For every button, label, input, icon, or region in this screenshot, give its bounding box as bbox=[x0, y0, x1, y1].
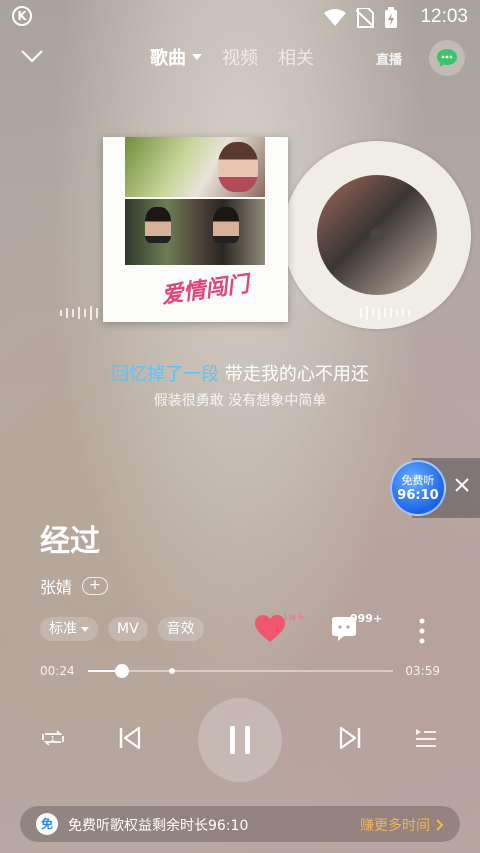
pause-button[interactable] bbox=[198, 698, 282, 782]
artist-name[interactable]: 张婧 bbox=[40, 574, 72, 598]
no-sim-icon bbox=[356, 8, 374, 28]
album-art-area[interactable]: 爱情闯门 bbox=[103, 137, 471, 329]
progress-knob[interactable] bbox=[114, 664, 129, 678]
song-title: 经过 bbox=[40, 524, 100, 559]
status-time: 12:03 bbox=[420, 6, 468, 27]
previous-button[interactable] bbox=[118, 726, 142, 754]
tab-songs[interactable]: 歌曲 bbox=[150, 44, 202, 70]
live-button[interactable]: 直播 bbox=[374, 50, 404, 72]
earn-more-label: 赚更多时间 bbox=[360, 818, 430, 834]
cover-figure bbox=[145, 207, 171, 243]
cover-face bbox=[218, 142, 258, 192]
sound-effect-button[interactable]: 音效 bbox=[157, 617, 204, 641]
total-time: 03:59 bbox=[405, 664, 440, 678]
progress-track[interactable] bbox=[88, 664, 393, 678]
audio-waveform bbox=[60, 306, 410, 320]
current-time: 00:24 bbox=[40, 664, 75, 678]
quality-label: 标准 bbox=[49, 621, 77, 637]
repeat-one-icon: 1 bbox=[42, 730, 64, 746]
progress-marker bbox=[168, 668, 175, 674]
playlist-button[interactable] bbox=[414, 726, 438, 754]
lyric-current-line[interactable]: 回忆掉了一段 带走我的心不用还 bbox=[0, 360, 480, 386]
more-button[interactable] bbox=[418, 618, 426, 648]
earn-more-time-link[interactable]: 赚更多时间 bbox=[360, 815, 444, 835]
status-bar: K 12:03 bbox=[0, 0, 480, 34]
free-listen-button[interactable]: 免费听 96:10 bbox=[390, 460, 446, 516]
progress-area: 00:24 03:59 bbox=[0, 662, 480, 682]
top-nav: 歌曲 视频 相关 直播 bbox=[0, 40, 480, 80]
next-button[interactable] bbox=[338, 726, 362, 754]
free-listen-badge: 免费听 96:10 bbox=[390, 458, 480, 518]
skip-previous-icon bbox=[119, 726, 141, 750]
lyric-rest: 带走我的心不用还 bbox=[219, 364, 369, 385]
tab-video[interactable]: 视频 bbox=[222, 44, 258, 70]
app-badge-icon: K bbox=[12, 6, 32, 26]
tab-label: 歌曲 bbox=[150, 48, 186, 69]
battery-icon bbox=[385, 7, 397, 28]
tab-bar: 歌曲 视频 相关 bbox=[150, 44, 314, 70]
follow-artist-button[interactable]: + bbox=[82, 577, 109, 595]
free-listen-text: 免费听歌权益剩余时长96:10 bbox=[68, 818, 249, 834]
playlist-icon bbox=[416, 729, 436, 747]
comment-count: 999+ bbox=[350, 612, 383, 625]
caret-down-icon bbox=[81, 626, 89, 632]
lyric-next-line[interactable]: 假装很勇敢 没有想象中简单 bbox=[0, 390, 480, 410]
collapse-button[interactable] bbox=[20, 48, 44, 68]
tab-related[interactable]: 相关 bbox=[278, 44, 314, 70]
chat-button[interactable] bbox=[429, 40, 465, 76]
chevron-down-icon bbox=[21, 50, 43, 63]
free-badge-timer: 96:10 bbox=[397, 488, 439, 503]
close-badge-button[interactable] bbox=[454, 474, 470, 499]
free-badge-label: 免费听 bbox=[401, 474, 435, 487]
skip-next-icon bbox=[339, 726, 361, 750]
free-icon: 免 bbox=[36, 813, 58, 835]
more-vertical-icon bbox=[419, 618, 425, 644]
playback-controls: 1 bbox=[0, 698, 480, 782]
artist-row: 张婧 + bbox=[40, 574, 109, 598]
free-listen-bar[interactable]: 免 免费听歌权益剩余时长96:10 赚更多时间 bbox=[20, 806, 460, 842]
chevron-right-icon bbox=[436, 819, 444, 831]
vinyl-hole bbox=[370, 228, 384, 242]
svg-text:1: 1 bbox=[51, 735, 55, 743]
close-icon bbox=[455, 478, 469, 492]
status-icons bbox=[324, 7, 398, 29]
chat-bubble-icon bbox=[437, 49, 457, 67]
caret-down-icon bbox=[192, 54, 202, 60]
album-cover: 爱情闯门 bbox=[103, 137, 288, 322]
repeat-mode-button[interactable]: 1 bbox=[40, 726, 66, 754]
pause-icon bbox=[230, 726, 250, 754]
like-count: 1w+ bbox=[282, 612, 305, 623]
options-row: 标准 MV 音效 bbox=[40, 617, 204, 641]
cover-figure bbox=[213, 207, 239, 243]
mv-button[interactable]: MV bbox=[108, 617, 148, 641]
lyric-highlight: 回忆掉了一段 bbox=[111, 364, 220, 385]
quality-selector[interactable]: 标准 bbox=[40, 617, 98, 641]
wifi-icon bbox=[324, 9, 346, 26]
